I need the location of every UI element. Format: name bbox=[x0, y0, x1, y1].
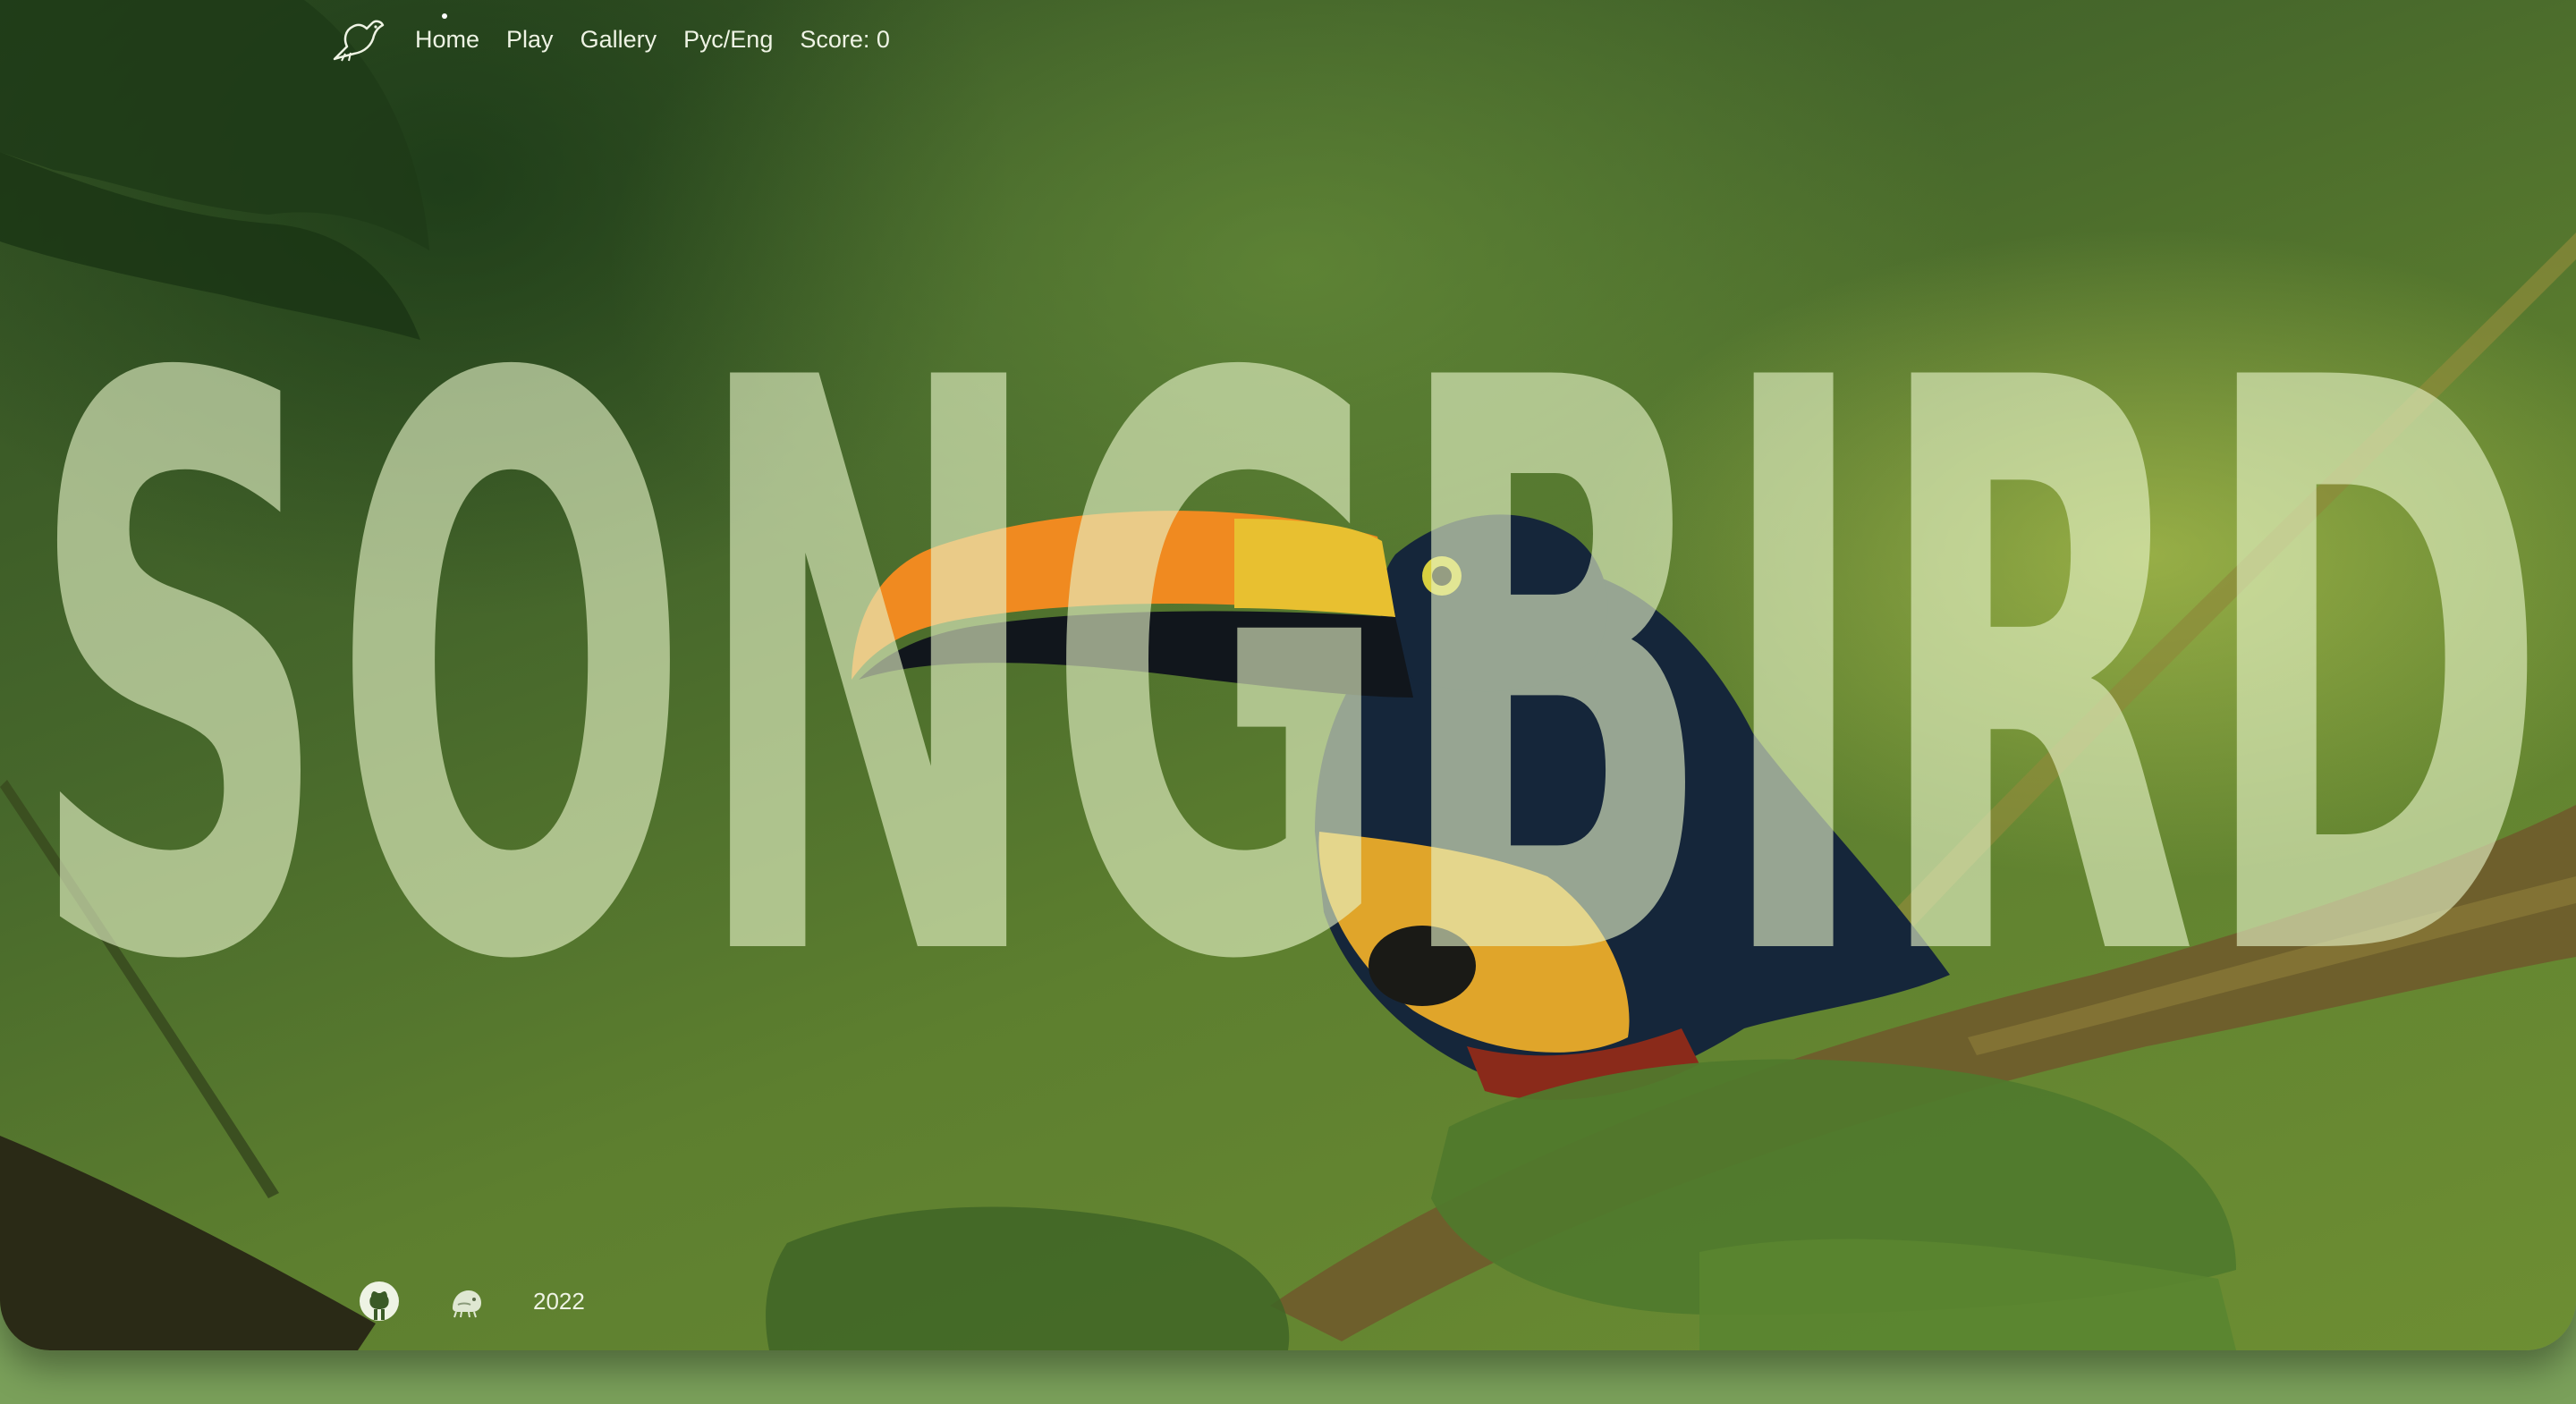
nav-gallery-link[interactable]: Gallery bbox=[580, 26, 657, 54]
nav-home-link[interactable]: Home bbox=[415, 13, 479, 54]
hero-card: SONGBIRD Home Play Gallery Рус/Eng Score… bbox=[0, 0, 2576, 1350]
github-icon[interactable] bbox=[358, 1280, 401, 1323]
language-toggle[interactable]: Рус/Eng bbox=[683, 26, 773, 54]
bird-logo-icon[interactable] bbox=[329, 13, 388, 66]
copyright-year: 2022 bbox=[533, 1287, 585, 1315]
hero-title-graphic: SONGBIRD bbox=[27, 268, 2549, 1002]
rs-school-icon[interactable] bbox=[445, 1280, 488, 1323]
nav-play-link[interactable]: Play bbox=[506, 26, 554, 54]
hero-title: SONGBIRD bbox=[27, 268, 2549, 1002]
footer: 2022 bbox=[358, 1270, 585, 1332]
top-nav: Home Play Gallery Рус/Eng Score: 0 bbox=[329, 13, 890, 66]
score-display: Score: 0 bbox=[800, 25, 890, 53]
branch-bottom-left bbox=[0, 1136, 376, 1350]
